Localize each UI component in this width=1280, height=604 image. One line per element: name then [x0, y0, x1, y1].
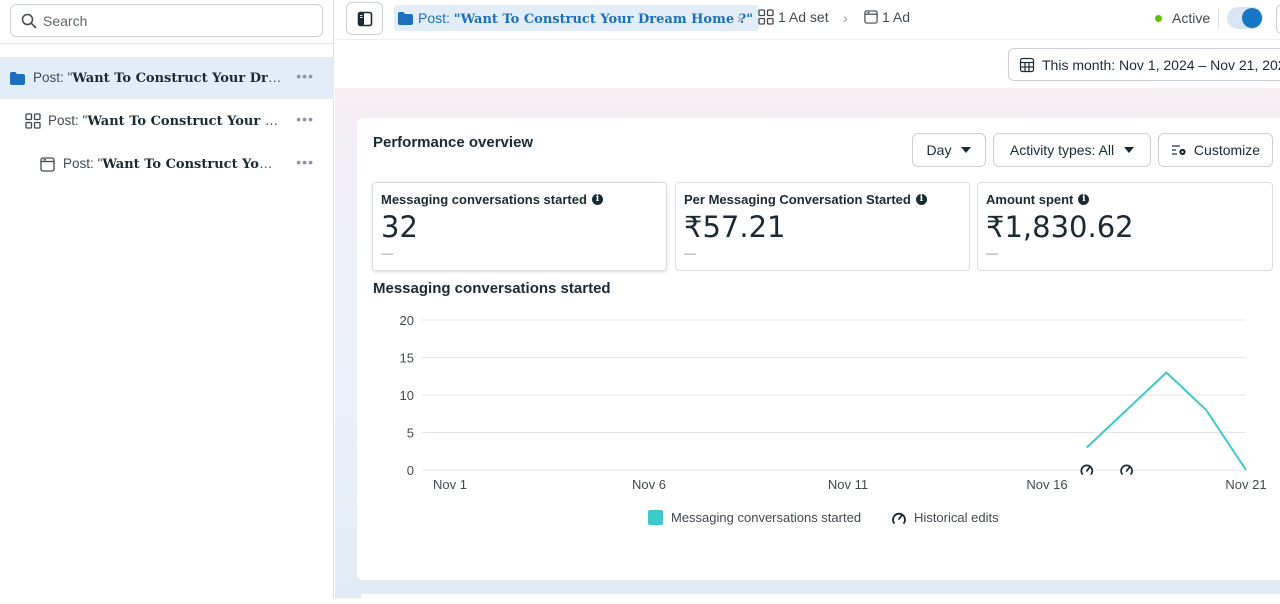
metric-delta: —	[684, 246, 969, 260]
metric-card-cost-per-conversation[interactable]: Per Messaging Conversation Startedi ₹57.…	[675, 182, 970, 271]
date-range-label: This month: Nov 1, 2024 – Nov 21, 2024	[1042, 57, 1280, 73]
legend-item-series[interactable]: Messaging conversations started	[648, 510, 861, 525]
customize-label: Customize	[1194, 142, 1260, 158]
metric-value: 32	[381, 210, 666, 244]
overflow-button[interactable]	[1276, 4, 1280, 34]
ad-icon	[864, 10, 878, 24]
metric-delta: —	[986, 246, 1272, 260]
metric-value: ₹1,830.62	[986, 210, 1272, 244]
toggle-knob	[1242, 8, 1262, 28]
grid-icon	[25, 113, 41, 129]
search-input[interactable]	[43, 13, 303, 29]
activity-types-label: Activity types: All	[1010, 142, 1114, 158]
calendar-icon	[1019, 57, 1035, 73]
breadcrumb-campaign[interactable]: Post: "Want To Construct Your Dream Home…	[394, 5, 759, 31]
metric-label: Per Messaging Conversation Startedi	[684, 192, 969, 207]
metric-label: Messaging conversations startedi	[381, 192, 666, 207]
historical-edit-marker[interactable]	[1120, 464, 1134, 476]
legend-swatch	[648, 510, 663, 525]
breadcrumb-ad[interactable]: 1 Ad	[864, 9, 910, 25]
gauge-icon	[891, 511, 907, 525]
breadcrumb-ad-label: 1 Ad	[882, 9, 910, 25]
metric-label: Amount spenti	[986, 192, 1272, 207]
tree-item-ad[interactable]: Post: "Want To Construct Your Dr... •••	[0, 143, 334, 185]
chart-title: Messaging conversations started	[373, 280, 611, 297]
caret-down-icon	[961, 147, 971, 153]
date-range-picker[interactable]: This month: Nov 1, 2024 – Nov 21, 2024	[1008, 48, 1280, 81]
sidebar-divider	[0, 43, 334, 44]
info-icon[interactable]: i	[1078, 194, 1089, 205]
chart-legend: Messaging conversations started Historic…	[648, 510, 999, 525]
metric-card-conversations[interactable]: Messaging conversations startedi 32 —	[372, 182, 667, 271]
more-options-button[interactable]: •••	[296, 69, 314, 83]
active-toggle[interactable]	[1227, 7, 1263, 29]
toggle-sidebar-button[interactable]	[346, 2, 383, 35]
sidebar: Post: "Want To Construct Your Dream ... …	[0, 0, 334, 598]
activity-types-dropdown[interactable]: Activity types: All	[993, 133, 1151, 167]
status-dot	[1155, 15, 1162, 22]
breadcrumb-separator: ›	[737, 10, 742, 26]
legend-label: Messaging conversations started	[671, 510, 861, 525]
sidebar-panel-icon	[357, 11, 373, 27]
granularity-label: Day	[927, 142, 952, 158]
more-options-button[interactable]: •••	[296, 155, 314, 169]
info-icon[interactable]: i	[592, 194, 603, 205]
divider	[1218, 9, 1219, 29]
status-label: Active	[1172, 10, 1210, 26]
tree-item-label: Post: "Want To Construct Your Dream ...	[33, 70, 283, 86]
metric-value: ₹57.21	[684, 210, 969, 244]
metric-card-amount-spent[interactable]: Amount spenti ₹1,830.62 —	[977, 182, 1273, 271]
customize-button[interactable]: Customize	[1158, 133, 1273, 167]
status-indicator: Active	[1155, 10, 1210, 26]
folder-icon	[398, 12, 413, 25]
breadcrumb-campaign-label: Post: "Want To Construct Your Dream Home…	[418, 10, 753, 27]
tree-item-label: Post: "Want To Construct Your Dr...	[63, 156, 281, 172]
tree-item-label: Post: "Want To Construct Your Drea...	[48, 113, 280, 129]
next-card	[361, 594, 1280, 604]
ad-icon	[40, 157, 55, 172]
breadcrumb-separator: ›	[843, 10, 848, 26]
granularity-dropdown[interactable]: Day	[912, 133, 986, 167]
top-bar: Post: "Want To Construct Your Dream Home…	[335, 0, 1280, 40]
breadcrumb-ad-set-label: 1 Ad set	[778, 9, 829, 25]
breadcrumb-ad-set[interactable]: 1 Ad set	[758, 9, 829, 25]
search-box[interactable]	[10, 4, 323, 37]
more-options-button[interactable]: •••	[296, 112, 314, 126]
search-icon	[21, 13, 37, 29]
folder-icon	[10, 72, 25, 85]
customize-icon	[1171, 143, 1187, 157]
tree-item-campaign[interactable]: Post: "Want To Construct Your Dream ... …	[0, 57, 334, 99]
grid-icon	[758, 9, 774, 25]
caret-down-icon	[1124, 147, 1134, 153]
performance-title: Performance overview	[373, 134, 533, 151]
legend-item-historical-edits[interactable]: Historical edits	[891, 510, 999, 525]
info-icon[interactable]: i	[916, 194, 927, 205]
tree-item-ad-set[interactable]: Post: "Want To Construct Your Drea... ••…	[0, 100, 334, 142]
historical-edit-marker[interactable]	[1080, 464, 1094, 476]
legend-label: Historical edits	[914, 510, 999, 525]
metric-delta: —	[381, 246, 666, 260]
